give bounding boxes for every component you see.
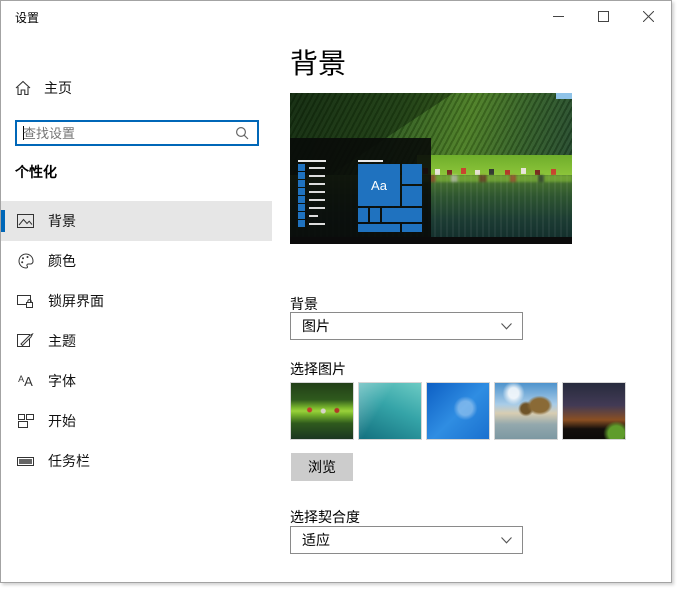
sidebar-item-lock-screen[interactable]: 锁屏界面 <box>1 281 272 321</box>
fit-value: 适应 <box>302 532 330 548</box>
taskbar-icon <box>17 453 34 470</box>
sidebar-item-fonts[interactable]: AA 字体 <box>1 361 272 401</box>
selected-accent-bar <box>1 210 5 232</box>
home-icon <box>15 80 31 96</box>
preview-taskbar <box>290 237 572 244</box>
thumbnail-mountain-village[interactable] <box>290 382 354 440</box>
minimize-button[interactable] <box>536 1 581 31</box>
preview-meadow <box>416 154 572 175</box>
colors-icon <box>17 253 34 270</box>
choose-picture-label: 选择图片 <box>290 361 346 377</box>
sidebar-item-label: 任务栏 <box>48 453 90 469</box>
thumbnail-underwater[interactable] <box>358 382 422 440</box>
thumbnail-beach-rocks[interactable] <box>494 382 558 440</box>
background-type-dropdown[interactable]: 图片 <box>290 312 523 340</box>
thumbnail-night-sky[interactable] <box>562 382 626 440</box>
sidebar-item-label: 主题 <box>48 333 76 349</box>
search-icon[interactable] <box>235 126 249 140</box>
preview-reflection <box>416 174 572 182</box>
background-icon <box>17 213 34 230</box>
page-title: 背景 <box>290 48 347 79</box>
sidebar-item-label: 背景 <box>48 213 76 229</box>
preview-tile-label: Aa <box>371 177 387 193</box>
sidebar-item-taskbar[interactable]: 任务栏 <box>1 441 272 481</box>
browse-button[interactable]: 浏览 <box>291 453 353 481</box>
sidebar-item-start[interactable]: 开始 <box>1 401 272 441</box>
preview-start-menu: Aa <box>290 138 431 237</box>
personalization-header: 个性化 <box>15 164 57 180</box>
minimize-icon <box>553 15 564 17</box>
themes-icon <box>17 333 34 350</box>
sidebar-item-themes[interactable]: 主题 <box>1 321 272 361</box>
thumbnail-windows-blue[interactable] <box>426 382 490 440</box>
home-button[interactable]: 主页 <box>15 77 72 99</box>
search-box <box>15 120 259 146</box>
fit-dropdown[interactable]: 适应 <box>290 526 523 554</box>
maximize-button[interactable] <box>581 1 626 31</box>
close-icon <box>643 10 654 22</box>
sidebar-item-colors[interactable]: 颜色 <box>1 241 272 281</box>
settings-window: 设置 主页 个性化 <box>0 0 672 583</box>
fit-label: 选择契合度 <box>290 509 360 525</box>
search-input[interactable] <box>23 122 223 144</box>
background-type-label: 背景 <box>290 296 318 312</box>
sidebar: 主页 个性化 背景 颜色 <box>1 31 272 582</box>
title-bar: 设置 <box>1 1 671 31</box>
fonts-icon: AA <box>18 373 33 389</box>
preview-sky-patch <box>556 93 572 99</box>
wallpaper-preview: Aa <box>290 93 572 244</box>
sidebar-nav: 背景 颜色 锁屏界面 主题 AA 字体 开始 任务栏 <box>1 201 272 481</box>
chevron-down-icon <box>501 537 512 544</box>
sidebar-item-label: 字体 <box>48 373 76 389</box>
home-label: 主页 <box>44 80 72 96</box>
sidebar-item-label: 开始 <box>48 413 76 429</box>
window-title: 设置 <box>15 11 40 25</box>
picture-thumbnails <box>290 382 626 440</box>
sidebar-item-background[interactable]: 背景 <box>1 201 272 241</box>
sidebar-item-label: 颜色 <box>48 253 76 269</box>
sidebar-item-label: 锁屏界面 <box>48 293 104 309</box>
preview-tile: Aa <box>358 164 400 206</box>
close-button[interactable] <box>626 1 671 31</box>
start-icon <box>17 413 34 430</box>
maximize-icon <box>598 10 609 22</box>
background-type-value: 图片 <box>302 318 330 334</box>
chevron-down-icon <box>501 323 512 330</box>
lock-screen-icon <box>17 293 34 310</box>
